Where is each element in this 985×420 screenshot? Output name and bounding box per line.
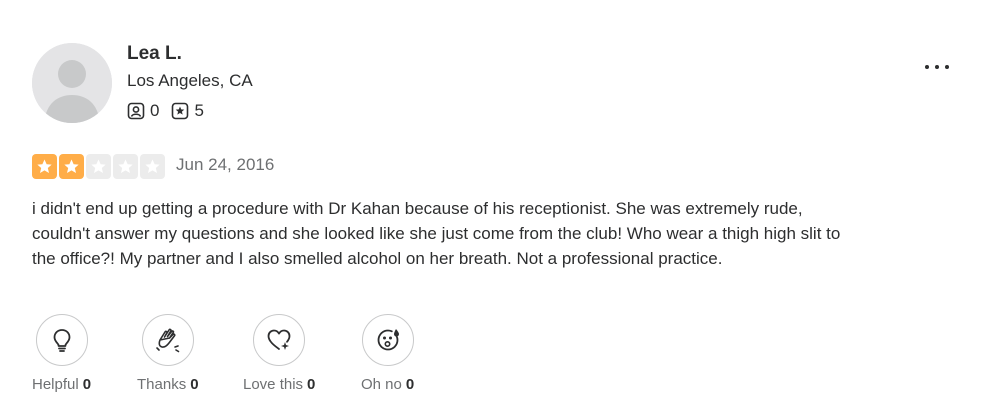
helpful-reaction[interactable]: Helpful 0: [32, 314, 91, 393]
helpful-button[interactable]: [35, 314, 88, 366]
helpful-label: Helpful: [32, 376, 79, 393]
oh-no-reaction[interactable]: Oh no 0: [361, 314, 414, 393]
star-empty: [113, 154, 138, 179]
ellipsis-icon: [925, 65, 949, 69]
star-empty: [86, 154, 111, 179]
star-filled: [59, 154, 84, 179]
reviews-count: 5: [194, 101, 204, 120]
star-icon: [118, 159, 133, 173]
star-rating: [32, 154, 165, 179]
love-this-reaction[interactable]: Love this 0: [243, 314, 315, 393]
love-this-count: 0: [307, 376, 316, 393]
love-this-label: Love this: [243, 376, 304, 393]
friends-stat: 0: [127, 101, 159, 121]
star-icon: [145, 159, 160, 173]
thanks-button[interactable]: [141, 314, 194, 366]
love-this-button[interactable]: [253, 314, 306, 366]
star-empty: [140, 154, 165, 179]
lightbulb-icon: [53, 329, 70, 352]
oh-no-button[interactable]: [361, 314, 414, 366]
helpful-count: 0: [82, 376, 92, 393]
thanks-count: 0: [190, 376, 199, 393]
star-icon: [37, 159, 52, 173]
friends-count: 0: [150, 101, 160, 120]
surprised-face-icon: [377, 329, 399, 351]
star-filled: [32, 154, 57, 179]
user-name[interactable]: Lea L.: [127, 43, 182, 65]
star-icon: [91, 159, 106, 173]
review-card: Lea L. Los Angeles, CA 0 5 Jun 24, 2016: [0, 0, 985, 420]
oh-no-count: 0: [405, 376, 415, 393]
user-location: Los Angeles, CA: [127, 71, 253, 90]
oh-no-label: Oh no: [361, 376, 402, 393]
review-date: Jun 24, 2016: [176, 155, 275, 174]
star-icon: [64, 159, 79, 173]
more-options-button[interactable]: [918, 52, 956, 82]
reviews-stat: 5: [171, 101, 204, 121]
thanks-reaction[interactable]: Thanks 0: [137, 314, 199, 393]
user-placeholder-icon: [32, 43, 112, 123]
user-stats: 0 5: [127, 101, 210, 121]
avatar[interactable]: [32, 43, 112, 123]
review-text: i didn't end up getting a procedure with…: [32, 199, 841, 268]
heart-sparkle-icon: [267, 329, 291, 350]
friends-icon: [127, 102, 145, 120]
high-five-icon: [155, 328, 180, 353]
star-outline-icon: [172, 102, 189, 120]
thanks-label: Thanks: [137, 376, 187, 393]
